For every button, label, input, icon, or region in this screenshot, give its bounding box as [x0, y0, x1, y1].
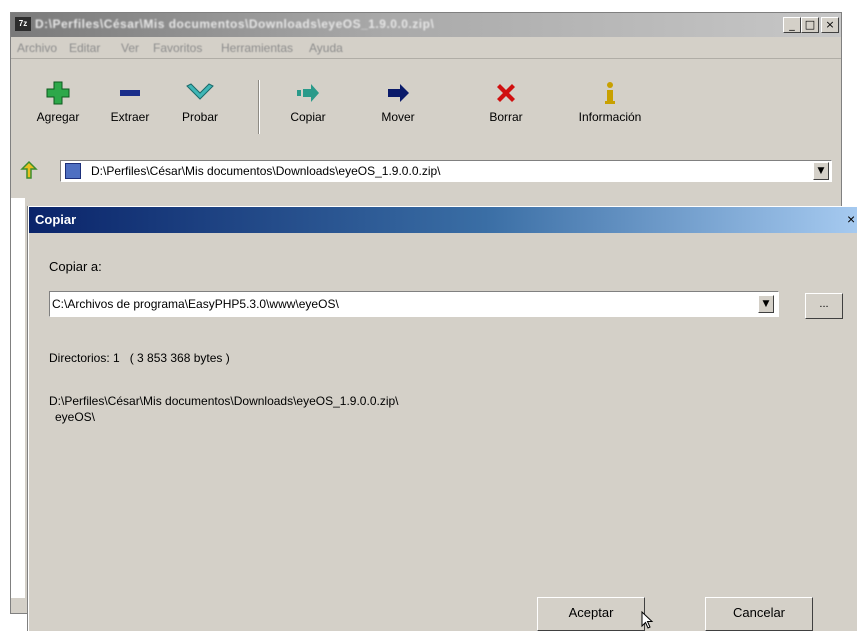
- up-arrow-icon: [20, 160, 38, 179]
- add-label: Agregar: [36, 110, 80, 124]
- menu-favoritos[interactable]: Favoritos: [153, 41, 202, 55]
- toolbar-separator: [258, 80, 260, 134]
- test-label: Probar: [181, 110, 219, 124]
- info-label: Información: [578, 110, 642, 124]
- info-button[interactable]: Información: [560, 80, 660, 132]
- menu-archivo[interactable]: Archivo: [17, 41, 57, 55]
- ok-button[interactable]: Aceptar: [537, 597, 645, 631]
- archive-icon: [65, 163, 81, 179]
- dialog-title: Copiar: [35, 212, 77, 227]
- close-button[interactable]: ×: [821, 17, 839, 33]
- move-label: Mover: [381, 110, 415, 124]
- add-button[interactable]: Agregar: [22, 80, 94, 132]
- destination-combobox[interactable]: C:\Archivos de programa\EasyPHP5.3.0\www…: [49, 291, 779, 317]
- main-title-bar[interactable]: 7z D:\Perfiles\César\Mis documentos\Down…: [11, 13, 841, 37]
- copy-to-label: Copiar a:: [49, 259, 102, 274]
- delete-label: Borrar: [489, 110, 523, 124]
- check-icon: [168, 80, 232, 106]
- menu-herramientas[interactable]: Herramientas: [221, 41, 293, 55]
- menu-bar: Archivo Editar Ver Favoritos Herramienta…: [11, 38, 841, 59]
- source-path: D:\Perfiles\César\Mis documentos\Downloa…: [49, 394, 399, 408]
- mouse-cursor-icon: [641, 611, 654, 629]
- delete-button[interactable]: Borrar: [474, 80, 538, 132]
- extract-button[interactable]: Extraer: [98, 80, 162, 132]
- move-button[interactable]: Mover: [366, 80, 430, 132]
- address-path: D:\Perfiles\César\Mis documentos\Downloa…: [91, 164, 441, 178]
- minus-icon: [98, 80, 162, 106]
- up-folder-button[interactable]: [18, 160, 40, 182]
- maximize-button[interactable]: □: [801, 17, 819, 33]
- main-window-title: D:\Perfiles\César\Mis documentos\Downloa…: [35, 17, 435, 31]
- browse-button[interactable]: ...: [805, 293, 843, 319]
- app-icon: 7z: [15, 17, 31, 31]
- cancel-button[interactable]: Cancelar: [705, 597, 813, 631]
- copy-button[interactable]: Copiar: [276, 80, 340, 132]
- address-dropdown-button[interactable]: ▼: [813, 162, 829, 180]
- copy-dialog: Copiar × Copiar a: C:\Archivos de progra…: [28, 206, 857, 631]
- delete-x-icon: [474, 80, 538, 106]
- menu-ayuda[interactable]: Ayuda: [309, 41, 343, 55]
- destination-dropdown-button[interactable]: ▼: [758, 295, 774, 313]
- dialog-title-bar[interactable]: Copiar ×: [29, 207, 857, 233]
- file-list[interactable]: [10, 198, 25, 598]
- destination-path[interactable]: C:\Archivos de programa\EasyPHP5.3.0\www…: [52, 297, 339, 311]
- copy-label: Copiar: [290, 110, 326, 124]
- extract-label: Extraer: [110, 110, 150, 124]
- source-item: eyeOS\: [55, 410, 96, 424]
- menu-editar[interactable]: Editar: [69, 41, 100, 55]
- address-bar[interactable]: D:\Perfiles\César\Mis documentos\Downloa…: [60, 160, 832, 182]
- test-button[interactable]: Probar: [168, 80, 232, 132]
- move-arrow-icon: [366, 80, 430, 106]
- dialog-close-icon[interactable]: ×: [847, 211, 855, 227]
- menu-ver[interactable]: Ver: [121, 41, 139, 55]
- plus-icon: [22, 80, 94, 106]
- copy-arrow-icon: [276, 80, 340, 106]
- info-icon: [560, 80, 660, 106]
- minimize-button[interactable]: _: [783, 17, 801, 33]
- directories-info: Directorios: 1 ( 3 853 368 bytes ): [49, 351, 230, 365]
